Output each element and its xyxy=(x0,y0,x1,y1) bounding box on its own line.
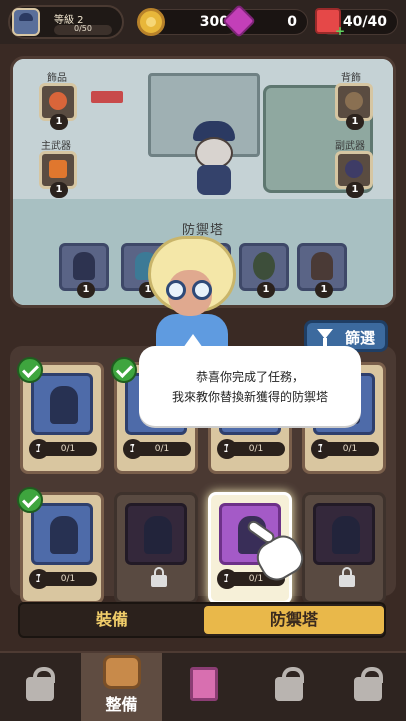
tab-towers[interactable]: 防禦塔 xyxy=(204,606,384,634)
main-weapon-slot[interactable]: 1 xyxy=(39,151,77,198)
tower-portrait xyxy=(313,503,375,565)
player-character xyxy=(183,121,245,201)
equipped-check-icon xyxy=(111,357,137,383)
character-body xyxy=(197,165,231,195)
glasses-left-icon xyxy=(166,280,186,300)
tutorial-hand-pointer-icon xyxy=(244,518,310,587)
equipped-tower-1[interactable]: 1 xyxy=(59,243,109,298)
fist-weapon-icon xyxy=(345,160,363,178)
xp-progress-text: 0/50 xyxy=(74,24,92,33)
backpack-icon xyxy=(103,655,141,689)
gem-counter[interactable]: 0 xyxy=(222,4,308,38)
tower-card[interactable]: 1 0/1 xyxy=(17,357,104,474)
building-icon xyxy=(190,667,218,701)
tower-count: 1 xyxy=(315,282,333,298)
tower-unit-icon xyxy=(311,252,333,280)
tower-unit-icon xyxy=(253,252,275,280)
padlock-icon xyxy=(26,667,55,701)
tower-progress: 0/1 xyxy=(227,442,285,456)
accessory-count: 1 xyxy=(50,114,68,130)
tower-portrait xyxy=(31,373,93,435)
padlock-icon xyxy=(354,667,383,701)
back-decor-slot-label: 背飾 xyxy=(341,73,361,84)
back-decor-slot[interactable]: 1 xyxy=(335,83,373,130)
accessory-item-icon xyxy=(49,92,67,110)
player-avatar[interactable] xyxy=(12,8,40,36)
bottom-navigation: 整備 xyxy=(0,651,406,721)
main-weapon-slot-label: 主武器 xyxy=(41,141,71,152)
sub-weapon-slot-label: 副武器 xyxy=(335,141,365,152)
tower-progress: 0/1 xyxy=(39,442,97,456)
nav-equip-label: 整備 xyxy=(105,695,138,714)
gem-amount: 0 xyxy=(287,14,297,30)
tower-progress: 0/1 xyxy=(133,442,191,456)
player-level-panel[interactable]: 等級 2 0/50 xyxy=(8,5,124,39)
gold-coin-icon xyxy=(137,8,165,36)
accessory-slot-label: 飾品 xyxy=(47,73,67,84)
top-status-bar: 等級 2 0/50 300 0 40/40 xyxy=(0,0,406,44)
tower-progress: 0/1 xyxy=(321,442,379,456)
tab-equipment[interactable]: 裝備 xyxy=(22,606,202,634)
sub-weapon-count: 1 xyxy=(346,182,364,198)
hand-finger xyxy=(245,518,277,546)
tower-progress: 0/1 xyxy=(39,572,97,586)
tower-count: 1 xyxy=(257,282,275,298)
energy-icon xyxy=(315,8,345,38)
nav-building[interactable] xyxy=(162,653,243,721)
funnel-icon xyxy=(317,329,333,346)
glasses-right-icon xyxy=(192,280,212,300)
nav-locked-2[interactable] xyxy=(243,653,324,721)
lock-icon xyxy=(151,567,167,587)
filter-label: 篩選 xyxy=(345,329,376,347)
equipped-tower-4[interactable]: 1 xyxy=(239,243,289,298)
backpack-item-icon xyxy=(345,92,363,110)
nav-locked-1[interactable] xyxy=(0,653,81,721)
carrot-weapon-icon xyxy=(49,160,67,178)
nav-locked-3[interactable] xyxy=(324,653,405,721)
back-decor-count: 1 xyxy=(346,114,364,130)
equipped-check-icon xyxy=(17,487,43,513)
accessory-slot[interactable]: 1 xyxy=(39,83,77,130)
tutorial-line-2: 我來教你替換新獲得的防禦塔 xyxy=(171,390,328,404)
sub-weapon-slot[interactable]: 1 xyxy=(335,151,373,198)
energy-amount: 40/40 xyxy=(342,14,387,30)
tower-portrait xyxy=(31,503,93,565)
lock-icon xyxy=(339,567,355,587)
main-weapon-count: 1 xyxy=(50,182,68,198)
inventory-tab-switch: 裝備 防禦塔 xyxy=(18,602,386,638)
tutorial-speech-bubble[interactable]: 恭喜你完成了任務， 我來教你替換新獲得的防禦塔 xyxy=(139,334,361,426)
shelf-decor xyxy=(91,91,123,103)
tower-portrait xyxy=(125,503,187,565)
tower-card[interactable]: 1 0/1 xyxy=(17,487,104,604)
locked-tower-card[interactable] xyxy=(302,492,386,604)
equipped-check-icon xyxy=(17,357,43,383)
equipped-tower-5[interactable]: 1 xyxy=(297,243,347,298)
tower-count: 1 xyxy=(77,282,95,298)
nav-equip[interactable]: 整備 xyxy=(81,653,162,721)
tutorial-line-1: 恭喜你完成了任務， xyxy=(195,370,304,384)
tower-unit-icon xyxy=(73,252,95,280)
energy-counter[interactable]: 40/40 xyxy=(315,8,398,38)
padlock-icon xyxy=(275,667,304,701)
locked-tower-card[interactable] xyxy=(114,492,198,604)
